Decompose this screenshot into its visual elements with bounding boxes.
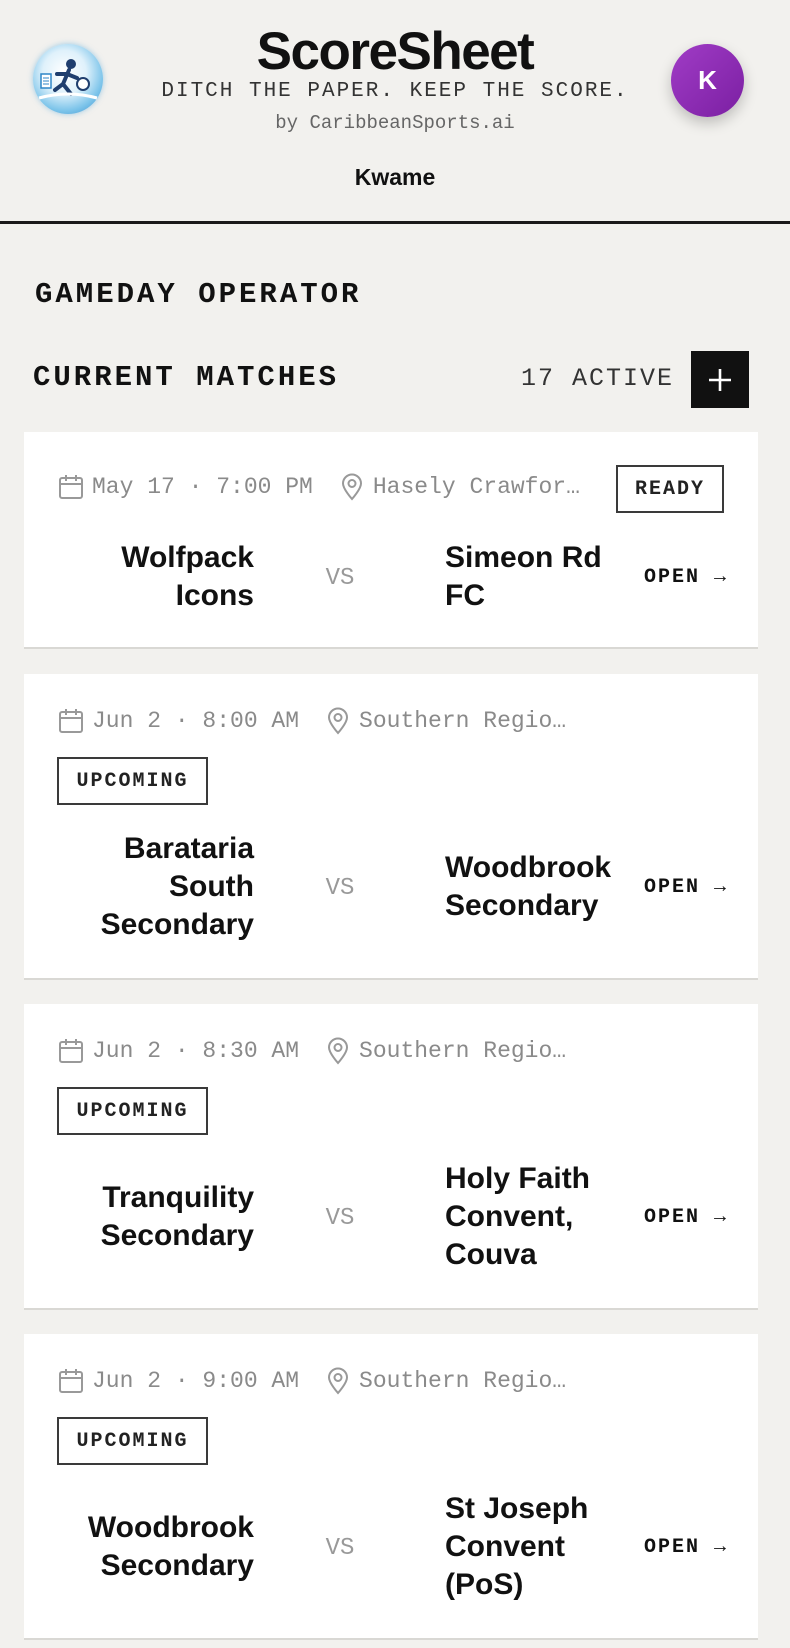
status-badge: READY (616, 465, 724, 513)
app-byline: by CaribbeanSports.ai (275, 112, 515, 134)
calendar-icon (58, 1367, 84, 1395)
section-title: GAMEDAY OPERATOR (35, 278, 362, 311)
match-datetime: Jun 2 · 8:00 AM (92, 708, 300, 734)
match-datetime: May 17 · 7:00 PM (92, 474, 313, 500)
match-venue: Southern Regio… (359, 1038, 567, 1064)
versus-label: VS (325, 565, 355, 592)
active-match-count: 17 ACTIVE (520, 364, 674, 393)
status-badge: UPCOMING (57, 757, 208, 805)
home-team-name: Wolfpack Icons (121, 541, 254, 612)
versus-label: VS (325, 1205, 355, 1232)
match-datetime: Jun 2 · 8:30 AM (92, 1038, 300, 1064)
away-team-name: Holy Faith Convent, Couva (445, 1162, 591, 1271)
calendar-icon (58, 473, 84, 501)
away-team-name: Simeon Rd FC (445, 541, 602, 612)
match-meta: May 17 · 7:00 PM Hasely Crawfor… (58, 472, 580, 502)
match-venue: Southern Regio… (359, 1368, 567, 1394)
status-badge: UPCOMING (57, 1087, 208, 1135)
location-pin-icon (339, 473, 365, 501)
location-pin-icon (325, 707, 351, 735)
match-meta: Jun 2 · 9:00 AM Southern Regio… (58, 1366, 566, 1396)
match-card[interactable]: Jun 2 · 8:30 AM Southern Regio… UPCOMING… (24, 1004, 758, 1310)
location-pin-icon (325, 1367, 351, 1395)
versus-label: VS (325, 875, 355, 902)
avatar-initial: K (698, 65, 717, 95)
status-badge: UPCOMING (57, 1417, 208, 1465)
versus-label: VS (325, 1535, 355, 1562)
match-meta: Jun 2 · 8:00 AM Southern Regio… (58, 706, 566, 736)
away-team-name: St Joseph Convent (PoS) (445, 1492, 589, 1601)
open-match-button[interactable]: OPEN → (644, 1536, 728, 1559)
match-venue: Hasely Crawfor… (372, 474, 580, 500)
home-team-name: Barataria South Secondary (100, 832, 254, 941)
current-user-name: Kwame (354, 164, 436, 190)
away-team-name: Woodbrook Secondary (445, 851, 612, 922)
open-match-button[interactable]: OPEN → (644, 566, 728, 589)
match-datetime: Jun 2 · 9:00 AM (92, 1368, 300, 1394)
add-match-button[interactable] (691, 351, 749, 408)
calendar-icon (58, 707, 84, 735)
match-meta: Jun 2 · 8:30 AM Southern Regio… (58, 1036, 566, 1066)
open-match-button[interactable]: OPEN → (644, 876, 728, 899)
open-match-button[interactable]: OPEN → (644, 1206, 728, 1229)
current-matches-title: CURRENT MATCHES (33, 361, 340, 394)
user-avatar[interactable]: K (671, 44, 744, 117)
match-venue: Southern Regio… (359, 708, 567, 734)
location-pin-icon (325, 1037, 351, 1065)
match-card[interactable]: Jun 2 · 8:00 AM Southern Regio… UPCOMING… (24, 674, 758, 980)
home-team-name: Tranquility Secondary (100, 1181, 254, 1252)
calendar-icon (58, 1037, 84, 1065)
home-team-name: Woodbrook Secondary (87, 1511, 254, 1582)
app-header: ScoreSheet DITCH THE PAPER. KEEP THE SCO… (0, 0, 790, 224)
plus-icon (709, 368, 731, 391)
match-card[interactable]: Jun 2 · 9:00 AM Southern Regio… UPCOMING… (24, 1334, 758, 1640)
match-card[interactable]: May 17 · 7:00 PM Hasely Crawfor… READY W… (24, 432, 758, 649)
